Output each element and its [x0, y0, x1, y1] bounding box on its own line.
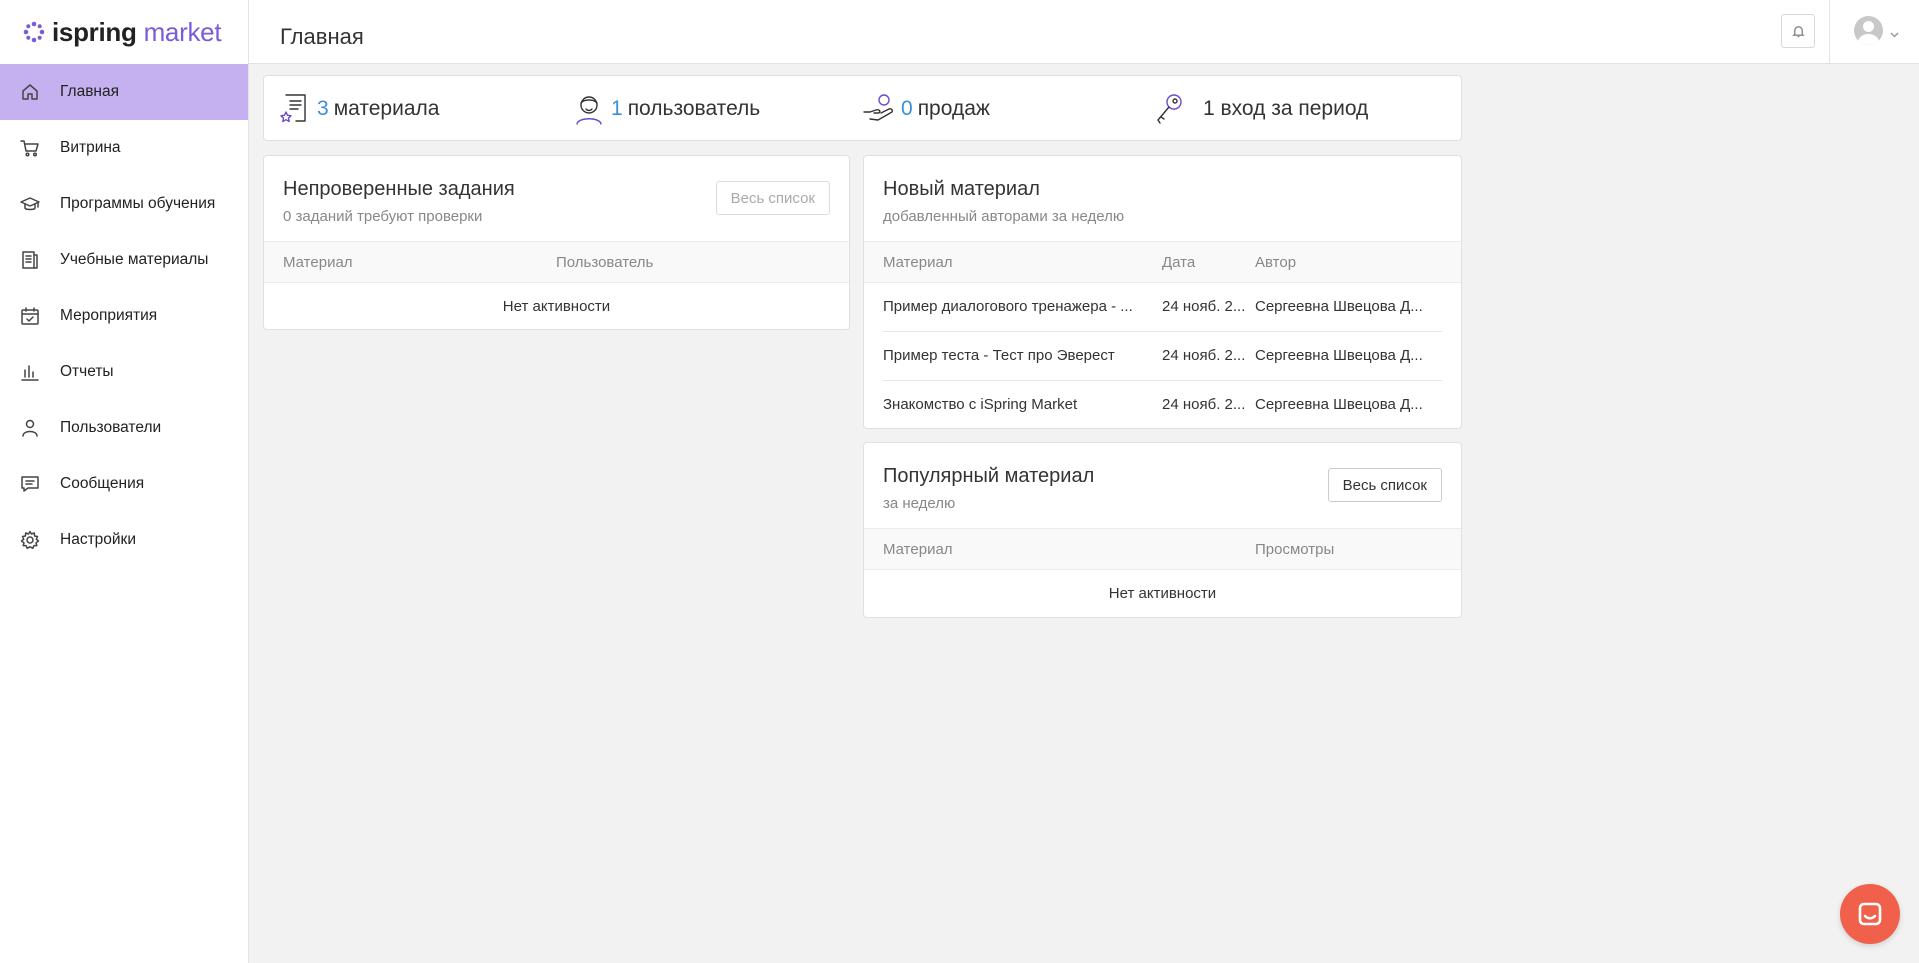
card-title: Новый материал [883, 178, 1040, 200]
notifications-button[interactable] [1781, 14, 1815, 48]
stat-materials-count: 3 [317, 97, 329, 120]
popular-material-card: Популярный материал за неделю Весь списо… [863, 442, 1462, 618]
table-header: Материал Просмотры [864, 528, 1461, 570]
sidebar-item-events[interactable]: Мероприятия [0, 288, 248, 344]
chat-icon [1858, 902, 1882, 926]
card-title: Популярный материал [883, 465, 1095, 487]
sidebar-item-programs[interactable]: Программы обучения [0, 176, 248, 232]
cell-material[interactable]: Знакомство с iSpring Market [883, 396, 1153, 413]
column-header[interactable]: Просмотры [1255, 541, 1334, 558]
unchecked-tasks-card: Непроверенные задания 0 заданий требуют … [263, 155, 850, 330]
header-divider [1829, 0, 1830, 64]
bell-icon [1791, 25, 1805, 37]
chat-widget-button[interactable] [1840, 884, 1900, 944]
cell-date: 24 нояб. 2... [1162, 347, 1246, 364]
table-row[interactable]: Пример диалогового тренажера - ... 24 но… [883, 283, 1442, 332]
user-avatar-icon [1854, 16, 1883, 45]
sidebar-item-messages[interactable]: Сообщения [0, 456, 248, 512]
logo-market: market [143, 16, 222, 47]
card-subtitle: добавленный авторами за неделю [883, 208, 1125, 225]
sidebar-item-home[interactable]: Главная [0, 64, 248, 120]
stat-logins[interactable]: 1 вход за период [1152, 76, 1368, 142]
top-header: Главная [249, 0, 1919, 64]
column-header[interactable]: Материал [883, 254, 953, 271]
logo[interactable]: ispring market [0, 0, 248, 64]
card-subtitle: 0 заданий требуют проверки [283, 208, 483, 225]
hand-coin-icon [862, 92, 896, 126]
home-icon [20, 82, 40, 102]
view-all-button[interactable]: Весь список [715, 181, 830, 215]
sidebar-item-settings[interactable]: Настройки [0, 512, 248, 568]
new-material-card: Новый материал добавленный авторами за н… [863, 155, 1462, 429]
column-header[interactable]: Автор [1255, 254, 1296, 271]
sidebar-item-label: Витрина [60, 139, 121, 156]
key-icon [1152, 92, 1186, 126]
stat-materials-label: материала [333, 97, 440, 120]
view-all-button[interactable]: Весь список [1327, 468, 1442, 502]
stats-bar: 3 материала 1 пользователь 0 продаж 1 вх… [263, 75, 1462, 141]
column-header[interactable]: Материал [283, 254, 353, 271]
stat-materials[interactable]: 3 материала [278, 76, 439, 142]
stat-sales-count: 0 [901, 97, 913, 120]
table-row[interactable]: Знакомство с iSpring Market 24 нояб. 2..… [883, 381, 1442, 428]
stat-users-label: пользователь [627, 97, 761, 120]
chevron-down-icon [1890, 26, 1899, 38]
logo-mark-icon [23, 21, 45, 43]
logo-brand: ispring [52, 16, 137, 47]
table-header: Материал Дата Автор [864, 241, 1461, 283]
sidebar-item-label: Сообщения [60, 475, 145, 492]
document-list-icon [20, 250, 40, 270]
table-row[interactable]: Пример теста - Тест про Эверест 24 нояб.… [883, 332, 1442, 381]
table-header: Материал Пользователь [264, 241, 849, 283]
stat-logins-label: 1 вход за период [1203, 97, 1369, 120]
gear-icon [20, 530, 40, 550]
page-title: Главная [280, 24, 364, 49]
table-body: Пример диалогового тренажера - ... 24 но… [864, 283, 1461, 428]
cell-author: Сергеевна Швецова Д... [1255, 396, 1423, 413]
sidebar: ispring market Главная Витрина Программы… [0, 0, 249, 963]
stat-users-count: 1 [611, 97, 623, 120]
calendar-check-icon [20, 306, 40, 326]
person-icon [572, 92, 606, 126]
sidebar-item-label: Пользователи [60, 419, 162, 436]
sidebar-item-label: Настройки [60, 531, 137, 548]
bar-chart-icon [20, 362, 40, 382]
sidebar-item-reports[interactable]: Отчеты [0, 344, 248, 400]
certificate-doc-icon [278, 92, 312, 126]
graduation-cap-icon [20, 194, 40, 214]
user-menu[interactable] [1854, 16, 1899, 45]
sidebar-item-label: Мероприятия [60, 307, 158, 324]
user-icon [20, 418, 40, 438]
stat-sales[interactable]: 0 продаж [862, 76, 990, 142]
sidebar-item-materials[interactable]: Учебные материалы [0, 232, 248, 288]
stat-sales-label: продаж [917, 97, 990, 120]
sidebar-item-label: Отчеты [60, 363, 114, 380]
cell-author: Сергеевна Швецова Д... [1255, 298, 1423, 315]
cart-icon [20, 138, 40, 158]
sidebar-item-showcase[interactable]: Витрина [0, 120, 248, 176]
card-subtitle: за неделю [883, 495, 956, 512]
sidebar-item-users[interactable]: Пользователи [0, 400, 248, 456]
column-header[interactable]: Материал [883, 541, 953, 558]
cell-material[interactable]: Пример теста - Тест про Эверест [883, 347, 1153, 364]
empty-state: Нет активности [502, 298, 611, 315]
card-title: Непроверенные задания [283, 178, 515, 200]
sidebar-item-label: Программы обучения [60, 195, 216, 212]
cell-author: Сергеевна Швецова Д... [1255, 347, 1423, 364]
empty-state: Нет активности [1108, 585, 1217, 602]
cell-date: 24 нояб. 2... [1162, 298, 1246, 315]
stat-users[interactable]: 1 пользователь [572, 76, 760, 142]
cell-date: 24 нояб. 2... [1162, 396, 1246, 413]
column-header[interactable]: Пользователь [556, 254, 653, 271]
sidebar-item-label: Главная [60, 83, 119, 100]
column-header[interactable]: Дата [1162, 254, 1195, 271]
message-icon [20, 474, 40, 494]
cell-material[interactable]: Пример диалогового тренажера - ... [883, 298, 1153, 315]
sidebar-item-label: Учебные материалы [60, 251, 209, 268]
